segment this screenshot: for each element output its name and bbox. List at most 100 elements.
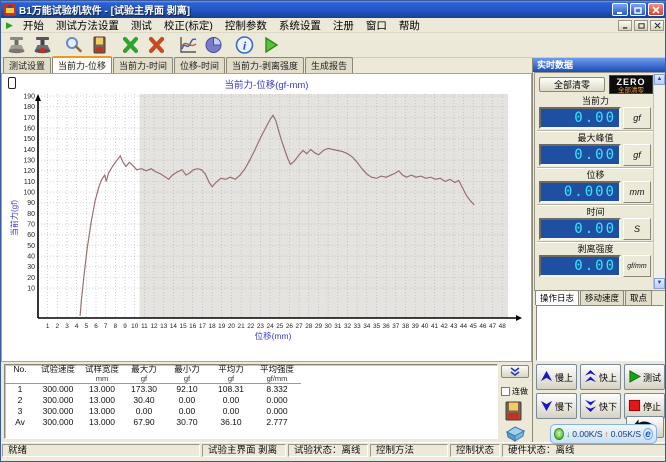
jog-button-慢上[interactable]: 慢上 [536,364,577,390]
svg-text:39: 39 [412,323,420,330]
tab-当前力-位移[interactable]: 当前力-位移 [52,56,112,73]
restore-button[interactable] [630,3,646,16]
svg-text:43: 43 [450,323,458,330]
svg-text:37: 37 [392,323,400,330]
zero-all-button[interactable]: 全部清零 [539,77,605,92]
unit-label: gf/mm [623,255,651,277]
jog-button-测试[interactable]: 测试 [624,364,665,390]
panel-tab-移动速度[interactable]: 移动速度 [580,290,624,305]
svg-text:80: 80 [27,211,35,218]
press-icon[interactable] [4,34,29,56]
svg-text:20: 20 [228,323,236,330]
menu-item-3[interactable]: 校正(标定) [158,18,219,33]
operation-log[interactable] [536,305,664,361]
results-table-header: No. 试验速度 试样宽度mm最大力gf最小力gf平均力gf平均强度gf/mm [5,365,301,384]
info-icon[interactable]: i [232,34,257,56]
svg-text:130: 130 [23,157,35,164]
menu-item-6[interactable]: 注册 [327,18,360,33]
panel-tabstrip: 操作日志移动速度取点 [535,291,653,305]
menu-item-7[interactable]: 窗口 [360,18,393,33]
menu-item-8[interactable]: 帮助 [393,18,426,33]
up-arrow-icon: ↑ [605,429,609,439]
svg-text:120: 120 [23,168,35,175]
svg-text:12: 12 [150,323,158,330]
svg-text:110: 110 [24,179,35,186]
readout-当前力: 当前力0.00gf [537,95,654,131]
jog-button-慢下[interactable]: 慢下 [536,393,577,419]
net-down-value: 0.00K/S [572,429,602,439]
save-icon[interactable] [87,34,112,56]
column-header: No. [5,365,35,384]
svg-text:11: 11 [141,323,148,330]
mdi-restore-button[interactable] [634,20,648,31]
table-cell: 3 [5,406,35,417]
svg-text:90: 90 [27,200,35,207]
press-alert-icon[interactable] [30,34,55,56]
menu-item-4[interactable]: 控制参数 [219,18,273,33]
jog-button-快上[interactable]: 快上 [580,364,621,390]
status-cell-1: 就绪 [2,444,200,457]
down2-icon [584,399,597,414]
pie-chart-icon[interactable] [201,34,226,56]
svg-text:150: 150 [23,136,35,143]
down-icon [540,399,553,414]
svg-text:9: 9 [123,323,127,330]
menu-item-0[interactable]: 开始 [17,18,50,33]
results-header-row: No. 试验速度 试样宽度mm最大力gf最小力gf平均力gf平均强度gf/mm [5,365,301,384]
menu-item-1[interactable]: 测试方法设置 [50,18,125,33]
results-table-body: 1300.00013.000173.3092.10108.318.3322300… [5,384,301,429]
start-icon[interactable] [258,34,283,56]
table-cell: 30.40 [123,395,165,406]
mdi-close-button[interactable] [650,20,664,31]
net-speed-widget[interactable]: ↕ ↓ 0.00K/S ↑ 0.05K/S e [550,424,657,444]
readout-label: 时间 [537,206,654,218]
svg-text:46: 46 [479,323,487,330]
unit-label: S [623,218,651,240]
svg-text:13: 13 [160,323,168,330]
table-row[interactable]: Av300.00013.00067.9030.7036.102.777 [5,417,301,428]
svg-text:29: 29 [315,323,323,330]
svg-text:140: 140 [23,147,35,154]
continuous-checkbox-label: 连做 [512,386,528,397]
svg-text:48: 48 [499,323,507,330]
table-row[interactable]: 3300.00013.0000.000.000.000.000 [5,406,301,417]
zoom-icon[interactable] [61,34,86,56]
svg-text:位移(mm): 位移(mm) [255,331,292,341]
scroll-up-icon[interactable]: ▲ [654,74,665,85]
curve-icon[interactable] [175,34,200,56]
continuous-checkbox[interactable] [501,387,510,396]
up2-icon [584,370,597,385]
red-x-icon[interactable] [144,34,169,56]
lcd-display: 0.000 [539,181,621,203]
close-button[interactable] [648,3,664,16]
tab-当前力-剥离强度[interactable]: 当前力-剥离强度 [226,57,304,73]
panel-tab-取点[interactable]: 取点 [625,290,652,305]
scroll-down-icon[interactable]: ▼ [654,278,665,289]
menu-item-2[interactable]: 测试 [125,18,158,33]
svg-text:19: 19 [218,323,226,330]
readout-位移: 位移0.000mm [537,168,654,205]
table-cell: 0.00 [165,395,209,406]
table-side-controls: 连做 [499,362,532,442]
tab-位移-时间[interactable]: 位移-时间 [174,57,225,73]
jog-button-快下[interactable]: 快下 [580,393,621,419]
panel-tab-操作日志[interactable]: 操作日志 [535,290,579,305]
table-cell: 2.777 [253,417,301,428]
menu-item-5[interactable]: 系统设置 [273,18,327,33]
window-title: B1万能试验机软件 - [试验主界面 剥离] [19,2,612,17]
green-x-icon[interactable] [118,34,143,56]
tab-当前力-时间[interactable]: 当前力-时间 [113,57,173,73]
zero-button[interactable]: ZERO 全部清零 [609,75,653,94]
menu-bar: ▶ 开始测试方法设置测试校正(标定)控制参数系统设置注册窗口帮助 [1,18,666,33]
status-cell-4: 控制方法 [370,444,448,457]
chevron-down-icon[interactable] [501,365,529,378]
minimize-button[interactable] [612,3,628,16]
table-cell: 0.00 [123,406,165,417]
scrollbar[interactable]: ▲ ▼ [653,74,664,289]
tab-测试设置[interactable]: 测试设置 [3,57,51,73]
mdi-minimize-button[interactable] [618,20,632,31]
table-row[interactable]: 2300.00013.00030.400.000.000.000 [5,395,301,406]
svg-text:2: 2 [56,323,60,330]
tab-生成报告[interactable]: 生成报告 [305,57,353,73]
table-row[interactable]: 1300.00013.000173.3092.10108.318.332 [5,384,301,396]
